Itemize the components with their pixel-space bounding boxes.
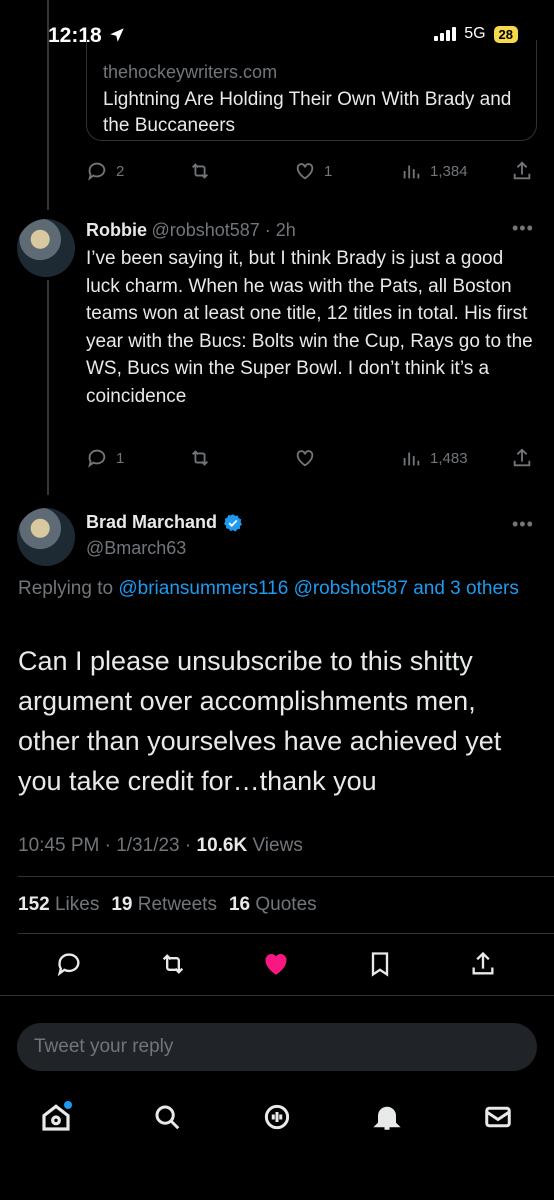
retweet-icon (192, 450, 208, 466)
views-button[interactable]: 1,384 (400, 160, 468, 182)
views-count: 1,483 (430, 449, 468, 467)
quotes-stat[interactable]: 16 Quotes (229, 894, 317, 916)
views-button[interactable]: 1,483 (400, 447, 468, 469)
reply-button[interactable]: 2 (86, 160, 124, 182)
divider (18, 933, 554, 934)
divider (18, 876, 554, 877)
like-button[interactable]: 1 (294, 160, 332, 182)
avatar[interactable] (17, 508, 75, 566)
tab-notifications[interactable] (367, 1097, 407, 1137)
tab-search[interactable] (147, 1097, 187, 1137)
heart-filled-icon (265, 954, 287, 975)
retweet-button[interactable] (188, 447, 212, 469)
divider (0, 995, 554, 996)
share-icon (513, 448, 531, 467)
notification-dot (64, 1101, 72, 1109)
like-count: 1 (324, 162, 333, 180)
retweet-button[interactable] (188, 160, 212, 182)
tweet-header: Brad Marchand (86, 512, 243, 533)
more-options-icon[interactable]: ••• (512, 218, 534, 239)
replying-to: Replying to @briansummers116 @robshot587… (18, 575, 528, 603)
reply-button[interactable]: 1 (86, 447, 124, 469)
share-button[interactable] (511, 447, 533, 469)
mail-icon (485, 1106, 511, 1128)
heart-icon (296, 450, 314, 467)
tab-home[interactable] (36, 1097, 76, 1137)
verified-badge-icon (224, 513, 243, 532)
like-button[interactable] (262, 950, 290, 978)
signal-icon (434, 27, 457, 41)
likes-stat[interactable]: 152 Likes (18, 894, 99, 916)
search-icon (155, 1105, 180, 1130)
reply-count: 1 (116, 449, 125, 467)
reply-placeholder[interactable]: Tweet your reply (34, 1036, 173, 1058)
retweets-stat[interactable]: 19 Retweets (111, 894, 217, 916)
reply-icon (57, 953, 80, 977)
bookmark-button[interactable] (366, 950, 394, 978)
share-button[interactable] (469, 950, 497, 978)
author-name[interactable]: Brad Marchand (86, 512, 217, 533)
bell-icon (373, 1106, 401, 1130)
author-handle[interactable]: @Bmarch63 (86, 538, 186, 559)
link-title[interactable]: Lightning Are Holding Their Own With Bra… (103, 87, 533, 139)
thread-line-middle (47, 280, 49, 495)
more-options-icon[interactable]: ••• (512, 514, 534, 535)
author-name[interactable]: Robbie (86, 220, 147, 240)
spaces-icon (264, 1104, 290, 1130)
tweet-text: I’ve been saying it, but I think Brady i… (86, 248, 533, 407)
views-count: 1,384 (430, 162, 468, 180)
link-domain: thehockeywriters.com (103, 62, 278, 82)
like-button[interactable] (294, 447, 316, 469)
bookmark-icon (371, 952, 389, 977)
views-label: Views (247, 835, 303, 856)
main-tweet-text: Can I please unsubscribe to this shitty … (18, 646, 502, 796)
tweet-meta: 10:45 PM · 1/31/23 · 10.6K Views (18, 835, 303, 857)
share-icon (513, 161, 531, 180)
share-button[interactable] (511, 160, 533, 182)
retweet-icon (192, 163, 208, 179)
retweet-button[interactable] (158, 950, 188, 978)
engagement-stats: 152 Likes 19 Retweets 16 Quotes (18, 894, 317, 916)
replying-to-handles[interactable]: @briansummers116 @robshot587 and 3 other… (118, 578, 519, 599)
replying-prefix: Replying to (18, 578, 119, 599)
tweet-header: Robbie @robshot587 · 2h (86, 220, 296, 241)
tab-messages[interactable] (478, 1097, 518, 1137)
views-icon (403, 165, 420, 179)
tweet-time: 10:45 PM · 1/31/23 · (18, 835, 197, 856)
avatar[interactable] (17, 219, 75, 277)
tab-spaces[interactable] (257, 1097, 297, 1137)
reply-count: 2 (116, 162, 125, 180)
retweet-icon (162, 954, 184, 974)
thread-line-top (47, 0, 49, 210)
reply-icon (88, 162, 106, 181)
heart-icon (296, 163, 314, 180)
author-handle[interactable]: @robshot587 · 2h (151, 220, 295, 240)
share-icon (472, 951, 494, 975)
reply-button[interactable] (55, 950, 83, 978)
views-count: 10.6K (196, 835, 248, 856)
reply-icon (88, 449, 106, 468)
views-icon (403, 452, 420, 466)
